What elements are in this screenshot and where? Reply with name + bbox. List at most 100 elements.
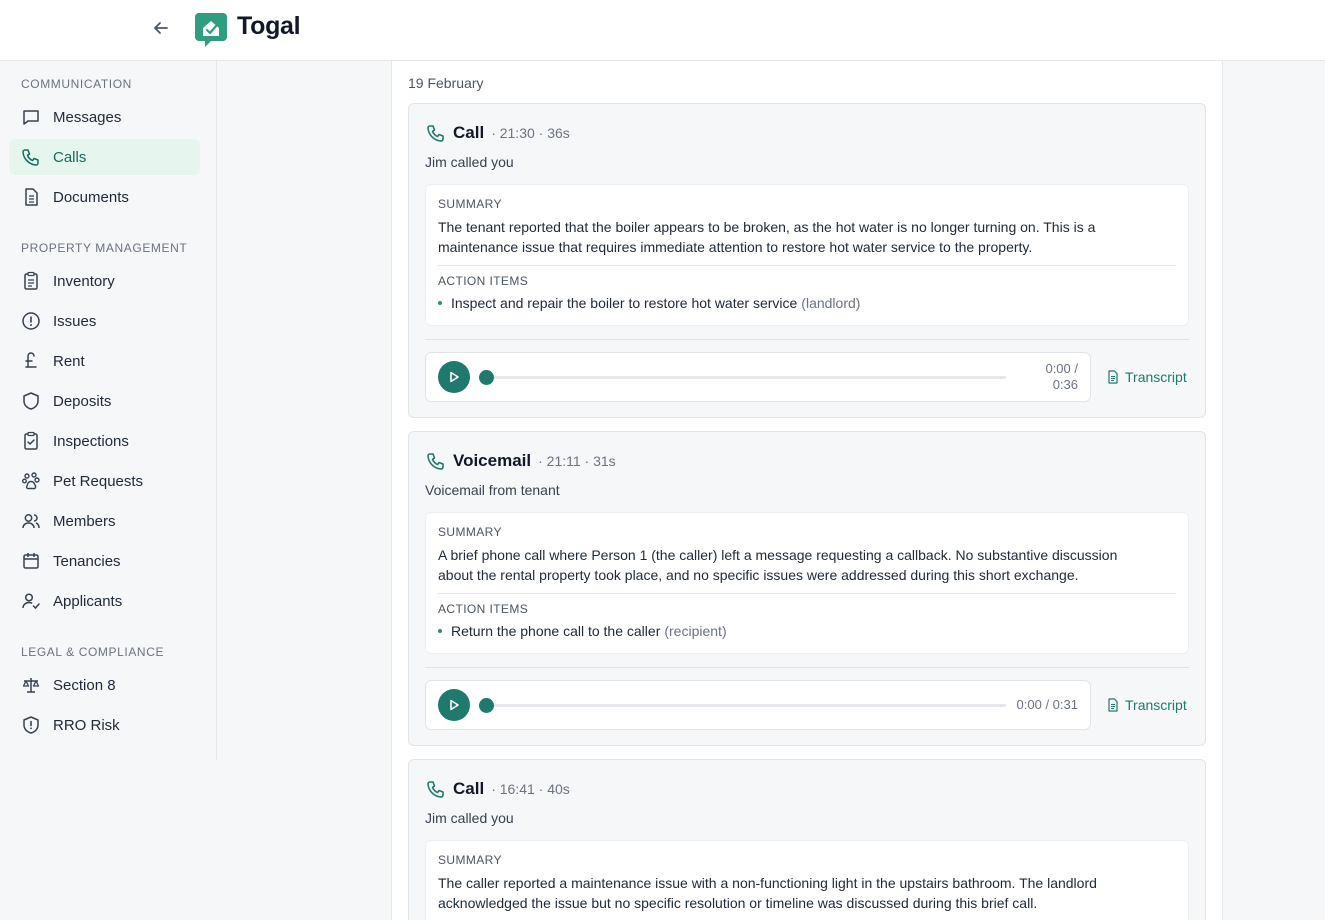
sidebar-item-label: Section 8 xyxy=(53,676,116,694)
sidebar-item-label: Documents xyxy=(53,188,129,206)
sidebar-item-members[interactable]: Members xyxy=(9,503,200,539)
sidebar-item-label: Rent xyxy=(53,352,85,370)
summary-text: A brief phone call where Person 1 (the c… xyxy=(438,545,1168,585)
voicemail-card: Voicemail · 21:11 · 31s Voicemail from t… xyxy=(408,431,1206,746)
transcript-button[interactable]: Transcript xyxy=(1105,369,1187,385)
section-title-communication: COMMUNICATION xyxy=(21,77,132,91)
shield-icon xyxy=(21,391,41,411)
users-icon xyxy=(21,511,41,531)
phone-icon xyxy=(425,122,447,144)
summary-label: SUMMARY xyxy=(438,197,502,211)
sidebar-item-deposits[interactable]: Deposits xyxy=(9,383,200,419)
call-type: Call xyxy=(453,123,485,142)
togal-logo xyxy=(195,13,227,47)
back-arrow-icon[interactable] xyxy=(150,17,172,39)
summary-line: A brief phone call where Person 1 (the c… xyxy=(438,547,1118,563)
action-text: Inspect and repair the boiler to restore… xyxy=(451,295,798,311)
phone-icon xyxy=(425,778,447,800)
top-bar: Togal xyxy=(0,0,1325,61)
sidebar-item-calls[interactable]: Calls xyxy=(9,139,200,175)
summary-label: SUMMARY xyxy=(438,853,502,867)
action-items-label: ACTION ITEMS xyxy=(438,274,529,288)
action-item: Return the phone call to the caller (rec… xyxy=(438,623,727,639)
playback-time: 0:00 / 0:31 xyxy=(1016,697,1078,712)
play-icon xyxy=(450,699,459,711)
clipboard-list-icon xyxy=(21,271,41,291)
transcript-label: Transcript xyxy=(1125,369,1187,385)
action-item: Inspect and repair the boiler to restore… xyxy=(438,295,860,311)
summary-text: The tenant reported that the boiler appe… xyxy=(438,217,1168,257)
sidebar-item-label: Members xyxy=(53,512,116,530)
sidebar-item-section-8[interactable]: Section 8 xyxy=(9,667,200,703)
sidebar-item-label: Inventory xyxy=(53,272,115,290)
sidebar-item-label: Deposits xyxy=(53,392,112,410)
summary-label: SUMMARY xyxy=(438,525,502,539)
action-assignee: (landlord) xyxy=(801,295,861,311)
sidebar: COMMUNICATION Messages Calls Documents P… xyxy=(0,61,217,760)
shield-alert-icon xyxy=(21,715,41,735)
play-icon xyxy=(450,371,459,383)
progress-knob[interactable] xyxy=(479,370,494,385)
summary-line: about the rental property took place, an… xyxy=(438,567,1079,583)
sidebar-item-rent[interactable]: Rent xyxy=(9,343,200,379)
sidebar-item-label: Applicants xyxy=(53,592,123,610)
phone-icon xyxy=(21,147,41,167)
summary-text: The caller reported a maintenance issue … xyxy=(438,873,1168,913)
sidebar-item-inspections[interactable]: Inspections xyxy=(9,423,200,459)
call-subtitle: Voicemail from tenant xyxy=(425,482,560,498)
sidebar-item-issues[interactable]: Issues xyxy=(9,303,200,339)
sidebar-item-messages[interactable]: Messages xyxy=(9,99,200,135)
scale-icon xyxy=(21,675,41,695)
sidebar-item-label: Calls xyxy=(53,148,87,166)
progress-track[interactable] xyxy=(486,704,1006,707)
card-header: Call · 21:30 · 36s xyxy=(425,122,570,144)
card-divider xyxy=(425,667,1189,668)
summary-line: The tenant reported that the boiler appe… xyxy=(438,219,1096,235)
sidebar-item-rro-risk[interactable]: RRO Risk xyxy=(9,707,200,743)
paw-icon xyxy=(21,471,41,491)
bullet-dot xyxy=(438,301,442,305)
brand-name: Togal xyxy=(237,12,301,40)
document-icon xyxy=(21,187,41,207)
section-title-property-management: PROPERTY MANAGEMENT xyxy=(21,241,188,255)
call-subtitle: Jim called you xyxy=(425,154,514,170)
transcript-button[interactable]: Transcript xyxy=(1105,697,1187,713)
play-button[interactable] xyxy=(438,689,470,721)
progress-knob[interactable] xyxy=(479,698,494,713)
calendar-icon xyxy=(21,551,41,571)
progress-track[interactable] xyxy=(486,376,1006,379)
alert-circle-icon xyxy=(21,311,41,331)
play-button[interactable] xyxy=(438,361,470,393)
call-type: Voicemail xyxy=(453,451,532,470)
action-text: Return the phone call to the caller xyxy=(451,623,661,639)
audio-player: 0:00 / 0:36 xyxy=(425,352,1091,402)
sidebar-item-applicants[interactable]: Applicants xyxy=(9,583,200,619)
transcript-label: Transcript xyxy=(1125,697,1187,713)
sidebar-item-tenancies[interactable]: Tenancies xyxy=(9,543,200,579)
sidebar-item-label: Pet Requests xyxy=(53,472,144,490)
sidebar-item-label: RRO Risk xyxy=(53,716,120,734)
summary-box: SUMMARY The caller reported a maintenanc… xyxy=(425,840,1189,920)
call-card: Call · 21:30 · 36s Jim called you SUMMAR… xyxy=(408,103,1206,418)
call-meta: · 16:41 · 40s xyxy=(491,781,570,797)
time-line: 0:00 / xyxy=(1045,361,1078,376)
sidebar-item-documents[interactable]: Documents xyxy=(9,179,200,215)
card-divider xyxy=(425,339,1189,340)
action-items-label: ACTION ITEMS xyxy=(438,602,529,616)
summary-divider xyxy=(438,265,1176,266)
calls-feed: 19 February Call · 21:30 · 36s Jim calle… xyxy=(391,61,1223,920)
summary-box: SUMMARY A brief phone call where Person … xyxy=(425,512,1189,654)
section-title-legal-compliance: LEGAL & COMPLIANCE xyxy=(21,645,165,659)
card-header: Call · 16:41 · 40s xyxy=(425,778,570,800)
sidebar-item-pet-requests[interactable]: Pet Requests xyxy=(9,463,200,499)
summary-box: SUMMARY The tenant reported that the boi… xyxy=(425,184,1189,326)
call-meta: · 21:11 · 31s xyxy=(538,453,616,469)
sidebar-item-label: Inspections xyxy=(53,432,129,450)
summary-line: The caller reported a maintenance issue … xyxy=(438,875,1097,891)
action-assignee: (recipient) xyxy=(664,623,727,639)
summary-line: acknowledged the issue but no specific r… xyxy=(438,895,1038,911)
phone-icon xyxy=(425,450,447,472)
call-card: Call · 16:41 · 40s Jim called you SUMMAR… xyxy=(408,759,1206,920)
bullet-dot xyxy=(438,629,442,633)
sidebar-item-inventory[interactable]: Inventory xyxy=(9,263,200,299)
